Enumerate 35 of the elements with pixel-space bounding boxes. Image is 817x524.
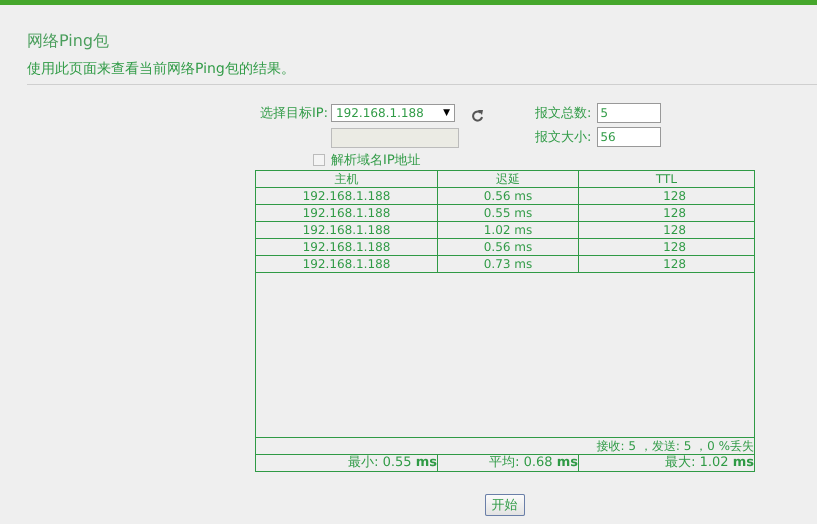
resolve-label: 解析域名IP地址 [331, 152, 421, 169]
table-cell: 0.56 ms [438, 238, 578, 256]
column-header: TTL [578, 170, 754, 188]
page-title: 网络Ping包 [27, 31, 110, 51]
stat-cell: 平均: 0.68 ms [438, 454, 578, 472]
table-cell: 128 [578, 204, 754, 222]
column-header: 迟延 [438, 170, 578, 188]
table-cell: 128 [578, 222, 754, 238]
table-cell: 192.168.1.188 [256, 238, 438, 256]
table-cell: 1.02 ms [438, 222, 578, 238]
resolve-checkbox[interactable] [313, 154, 325, 166]
start-button[interactable]: 开始 [484, 494, 524, 516]
table-cell: 0.73 ms [438, 256, 578, 272]
summary-cell: 接收: 5 ，发送: 5 ，0 %丢失 [256, 438, 754, 454]
target-ip-label: 选择目标IP: [258, 105, 328, 122]
domain-field[interactable] [331, 128, 459, 148]
table-cell: 128 [578, 256, 754, 272]
stat-cell: 最大: 1.02 ms [578, 454, 754, 472]
refresh-icon[interactable] [471, 109, 485, 123]
table-cell: 0.56 ms [438, 188, 578, 204]
table-cell: 192.168.1.188 [256, 188, 438, 204]
table-cell: 192.168.1.188 [256, 256, 438, 272]
column-header: 主机 [256, 170, 438, 188]
page-description: 使用此页面来查看当前网络Ping包的结果。 [27, 60, 296, 78]
table-cell: 192.168.1.188 [256, 222, 438, 238]
table-cell: 0.55 ms [438, 204, 578, 222]
packet-count-label: 报文总数: [535, 105, 592, 122]
stat-cell: 最小: 0.55 ms [256, 454, 438, 472]
table-cell: 128 [578, 238, 754, 256]
packet-count-field[interactable]: 5 [597, 103, 662, 123]
table-cell: 192.168.1.188 [256, 204, 438, 222]
packet-size-label: 报文大小: [535, 129, 592, 146]
table-cell: 128 [578, 188, 754, 204]
target-ip-dropdown[interactable]: 192.168.1.188 ▼ [331, 104, 455, 122]
packet-size-field[interactable]: 56 [597, 127, 662, 147]
